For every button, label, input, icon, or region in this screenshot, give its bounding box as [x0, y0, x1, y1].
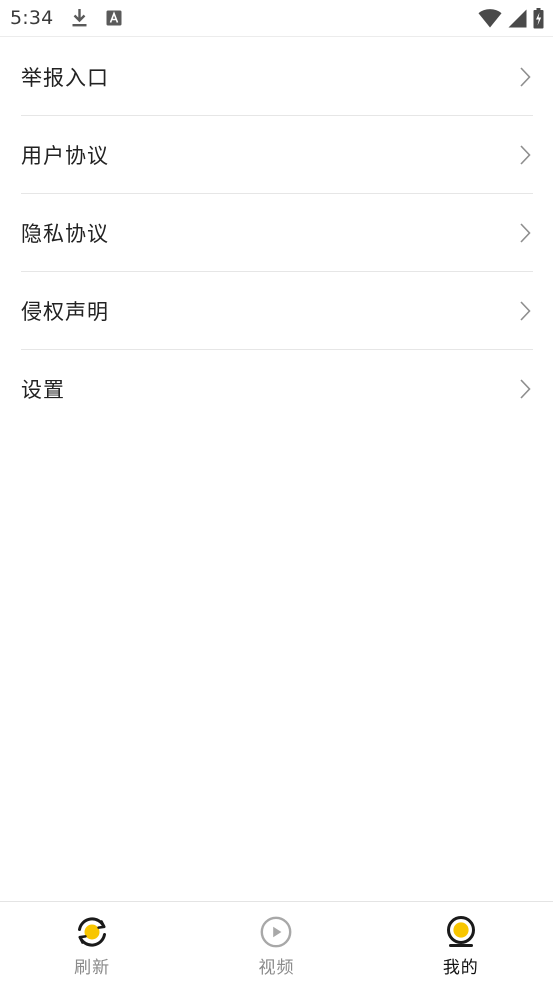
menu-item-settings[interactable]: 设置	[21, 350, 533, 428]
profile-icon	[446, 916, 475, 947]
status-bar: 5:34	[0, 0, 553, 37]
play-circle-icon	[261, 916, 292, 948]
menu-item-label: 举报入口	[21, 65, 109, 90]
nav-tab-label: 刷新	[74, 958, 111, 978]
nav-tab-video[interactable]: 视频	[216, 902, 336, 978]
settings-menu: 举报入口 用户协议 隐私协议 侵权声明 设置	[21, 38, 533, 428]
refresh-icon	[78, 917, 107, 947]
download-icon	[71, 8, 88, 28]
nav-tab-refresh[interactable]: 刷新	[32, 902, 152, 978]
chevron-right-icon	[520, 66, 531, 87]
cell-signal-icon	[508, 9, 527, 28]
a-badge-icon	[106, 10, 122, 26]
bottom-nav: 刷新 视频 我的	[0, 901, 553, 984]
nav-tab-mine[interactable]: 我的	[401, 902, 521, 978]
chevron-right-icon	[520, 379, 531, 399]
menu-item-label: 设置	[21, 378, 65, 402]
app-screen: 5:34 举报入口 用户协议 隐私协议 侵权声明 设置 刷新 视频 我的	[0, 0, 553, 984]
menu-item-infringement-statement[interactable]: 侵权声明	[21, 272, 533, 350]
menu-item-label: 侵权声明	[21, 299, 109, 324]
chevron-right-icon	[520, 144, 531, 165]
menu-item-user-agreement[interactable]: 用户协议	[21, 116, 533, 194]
menu-item-privacy-agreement[interactable]: 隐私协议	[21, 194, 533, 272]
menu-item-label: 隐私协议	[21, 221, 109, 246]
chevron-right-icon	[520, 300, 531, 321]
battery-charging-icon	[533, 7, 544, 29]
chevron-right-icon	[520, 222, 531, 243]
status-time: 5:34	[10, 7, 54, 29]
menu-item-report[interactable]: 举报入口	[21, 38, 533, 116]
nav-tab-label: 视频	[258, 958, 295, 978]
status-right	[478, 7, 544, 29]
menu-item-label: 用户协议	[21, 143, 109, 168]
nav-tab-label: 我的	[442, 958, 479, 978]
status-left: 5:34	[10, 7, 122, 29]
wifi-icon	[478, 8, 502, 28]
